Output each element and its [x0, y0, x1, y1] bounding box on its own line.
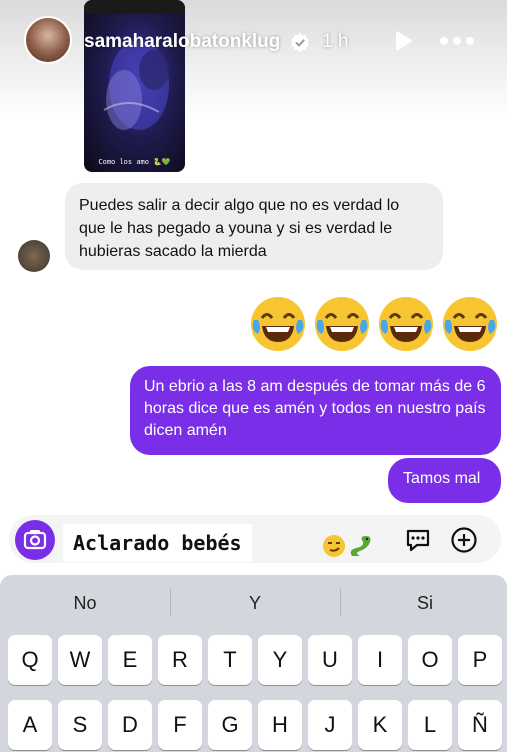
incoming-message[interactable]: Puedes salir a decir algo que no es verd… — [65, 183, 443, 270]
story-thumbnail-caption: Como los amo 🐍💚 — [98, 158, 171, 166]
emoji-reply-message[interactable] — [248, 294, 500, 354]
post-time: 1 h — [322, 31, 349, 52]
key-n-tilde[interactable]: Ñ — [458, 700, 502, 750]
story-header: samaharalobatonklug 1 h — [0, 0, 507, 84]
outgoing-message-short[interactable]: Tamos mal — [388, 458, 501, 503]
key-u[interactable]: U — [308, 635, 352, 685]
suggestion-3[interactable]: Si — [341, 593, 507, 614]
key-w[interactable]: W — [58, 635, 102, 685]
key-y[interactable]: Y — [258, 635, 302, 685]
verified-badge-icon — [291, 33, 309, 52]
key-f[interactable]: F — [158, 700, 202, 750]
key-d[interactable]: D — [108, 700, 152, 750]
key-j[interactable]: J — [308, 700, 352, 750]
play-icon[interactable] — [392, 30, 414, 52]
key-o[interactable]: O — [408, 635, 452, 685]
key-t[interactable]: T — [208, 635, 252, 685]
key-p[interactable]: P — [458, 635, 502, 685]
profile-avatar[interactable] — [24, 16, 72, 64]
laughing-tears-emoji-icon — [251, 297, 305, 351]
laughing-tears-emoji-icon — [443, 297, 497, 351]
key-g[interactable]: G — [208, 700, 252, 750]
key-l[interactable]: L — [408, 700, 452, 750]
laughing-tears-emoji-icon — [315, 297, 369, 351]
story-caption-text: Aclarado bebés — [63, 524, 252, 562]
key-s[interactable]: S — [58, 700, 102, 750]
key-e[interactable]: E — [108, 635, 152, 685]
camera-icon — [23, 530, 47, 550]
key-r[interactable]: R — [158, 635, 202, 685]
add-circle-icon[interactable] — [450, 526, 478, 554]
username-label[interactable]: samaharalobatonklug — [84, 31, 280, 53]
smirk-snake-emoji-icon — [323, 535, 371, 557]
key-h[interactable]: H — [258, 700, 302, 750]
key-k[interactable]: K — [358, 700, 402, 750]
sender-avatar[interactable] — [18, 240, 50, 272]
key-a[interactable]: A — [8, 700, 52, 750]
camera-button[interactable] — [15, 520, 55, 560]
more-dots-icon[interactable] — [438, 30, 476, 52]
laughing-tears-emoji-icon — [379, 297, 433, 351]
key-i[interactable]: I — [358, 635, 402, 685]
outgoing-message[interactable]: Un ebrio a las 8 am después de tomar más… — [130, 366, 501, 455]
chat-bubble-icon[interactable] — [404, 526, 432, 554]
suggestion-2[interactable]: Y — [171, 593, 339, 614]
key-q[interactable]: Q — [8, 635, 52, 685]
suggestion-1[interactable]: No — [1, 593, 169, 614]
